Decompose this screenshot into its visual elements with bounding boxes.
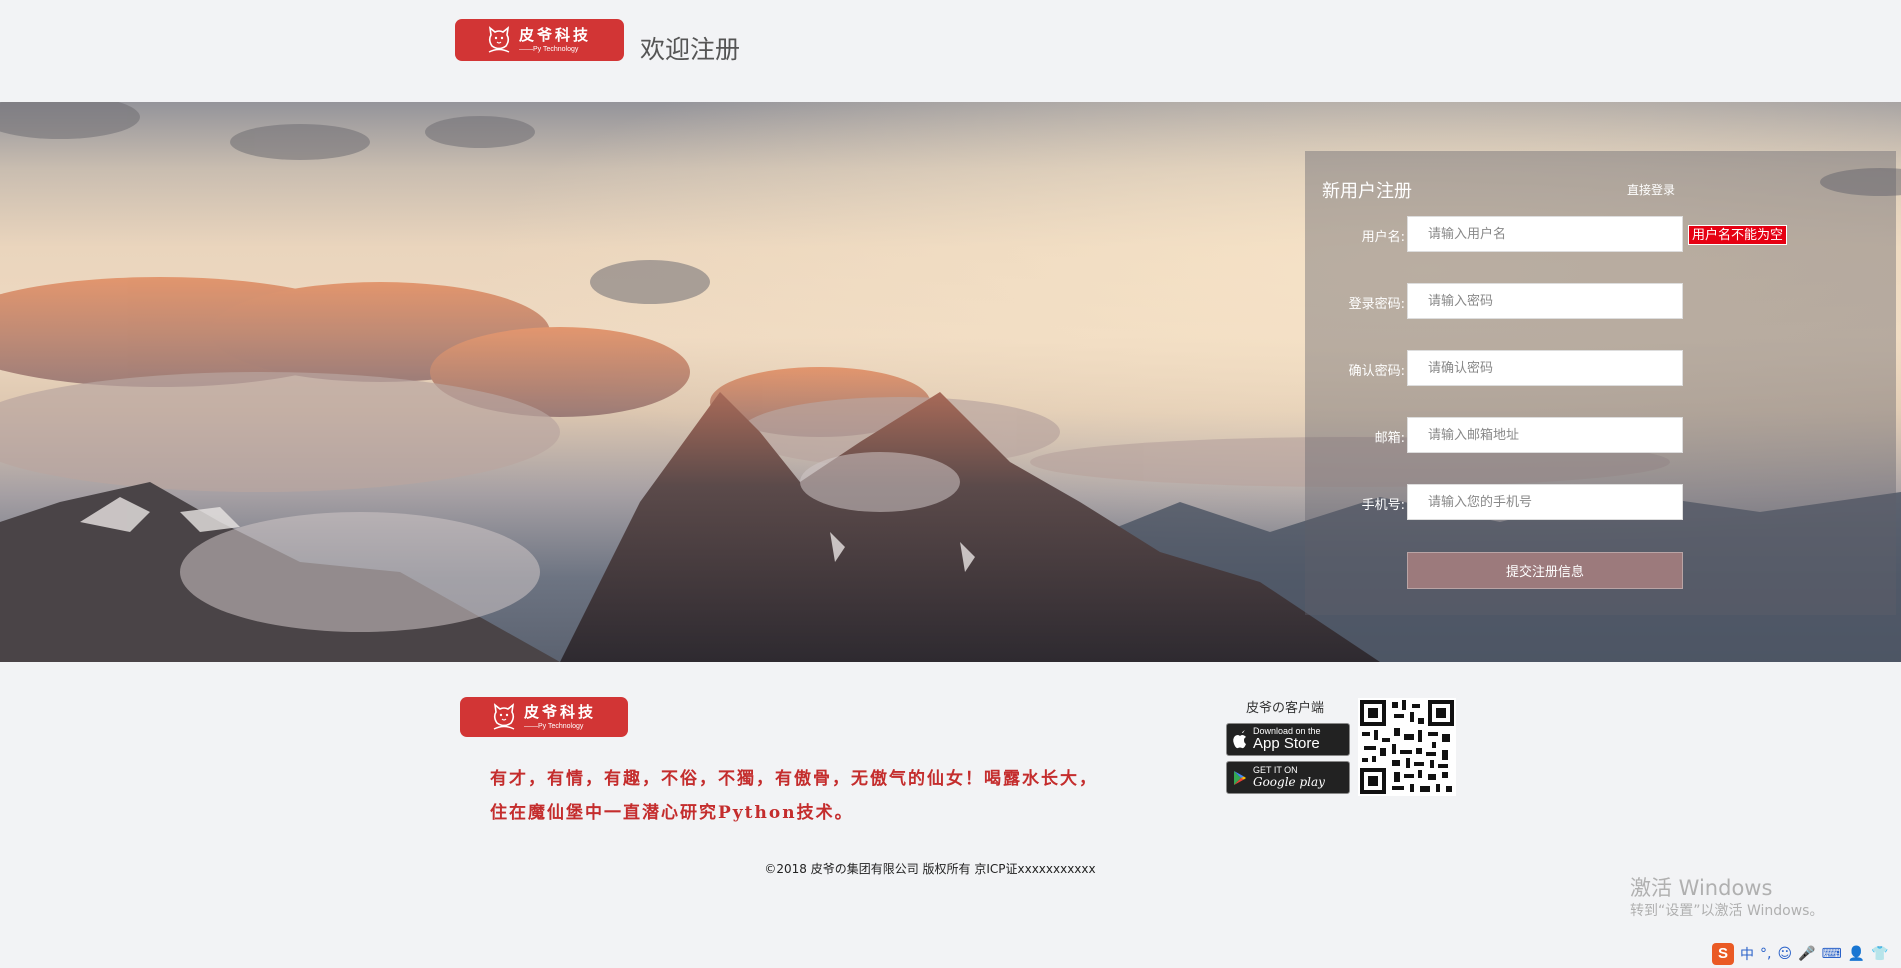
cat-logo-icon — [488, 26, 510, 53]
google-play-icon — [1227, 770, 1253, 786]
footer-logo-subtitle: ——Py Technology — [524, 722, 584, 730]
windows-watermark-subtitle: 转到“设置”以激活 Windows。 — [1630, 903, 1824, 919]
footer-logo[interactable]: 皮爷科技 ——Py Technology — [460, 697, 628, 737]
ime-keyboard-icon[interactable]: ⌨ — [1822, 946, 1842, 962]
logo-name: 皮爷科技 — [519, 25, 592, 44]
google-play-big: Google play — [1253, 774, 1325, 789]
username-input[interactable] — [1407, 216, 1683, 252]
ime-skin-icon[interactable]: 👕 — [1871, 946, 1888, 962]
footer-logo-name: 皮爷科技 — [524, 702, 597, 721]
ime-chinese-mode[interactable]: 中 — [1740, 944, 1754, 964]
ime-punctuation-icon[interactable]: °, — [1760, 946, 1771, 962]
registration-panel: 新用户注册 直接登录 用户名: 用户名不能为空 登录密码: 确认密码: 邮箱: … — [1305, 151, 1896, 615]
password-label: 登录密码: — [1348, 297, 1405, 312]
slogan-line-1: 有才，有情，有趣，不俗，不獨，有傲骨，无傲气的仙女！喝露水长大， — [490, 769, 1098, 789]
ime-emoji-icon[interactable]: ☺ — [1777, 946, 1792, 962]
qr-code-image — [1358, 698, 1456, 796]
page-title: 欢迎注册 — [640, 35, 741, 64]
submit-registration-button[interactable]: 提交注册信息 — [1407, 552, 1683, 589]
ime-user-icon[interactable]: 👤 — [1848, 946, 1865, 962]
password-input[interactable] — [1407, 283, 1683, 319]
app-store-button[interactable]: Download on the App Store — [1226, 723, 1350, 756]
direct-login-link[interactable]: 直接登录 — [1627, 181, 1675, 198]
ime-microphone-icon[interactable]: 🎤 — [1798, 946, 1815, 962]
cat-logo-icon — [493, 703, 515, 730]
phone-input[interactable] — [1407, 484, 1683, 520]
confirm-password-label: 确认密码: — [1348, 364, 1405, 379]
windows-watermark-title: 激活 Windows — [1630, 876, 1773, 900]
email-input[interactable] — [1407, 417, 1683, 453]
sogou-logo-icon[interactable]: S — [1712, 943, 1734, 965]
email-label: 邮箱: — [1374, 431, 1405, 446]
logo-subtitle: ——Py Technology — [519, 45, 579, 53]
username-label: 用户名: — [1361, 230, 1405, 245]
slogan-line-2: 住在魔仙堡中一直潜心研究Python技术。 — [490, 803, 854, 823]
apple-icon — [1227, 730, 1253, 749]
site-header: 皮爷科技 ——Py Technology 欢迎注册 — [0, 0, 1901, 102]
ime-toolbar: S 中 °, ☺ 🎤 ⌨ 👤 👕 — [1712, 942, 1889, 966]
app-store-big: App Store — [1253, 735, 1320, 753]
client-label: 皮爷の客户端 — [1246, 701, 1325, 716]
confirm-password-input[interactable] — [1407, 350, 1683, 386]
copyright-text: ©2018 皮爷の集团有限公司 版权所有 京ICP证xxxxxxxxxxx — [764, 862, 1096, 876]
brand-logo[interactable]: 皮爷科技 ——Py Technology — [455, 19, 624, 61]
username-error-badge: 用户名不能为空 — [1688, 225, 1788, 245]
google-play-button[interactable]: GET IT ON Google play — [1226, 761, 1350, 794]
phone-label: 手机号: — [1361, 498, 1405, 513]
panel-title: 新用户注册 — [1322, 181, 1412, 202]
